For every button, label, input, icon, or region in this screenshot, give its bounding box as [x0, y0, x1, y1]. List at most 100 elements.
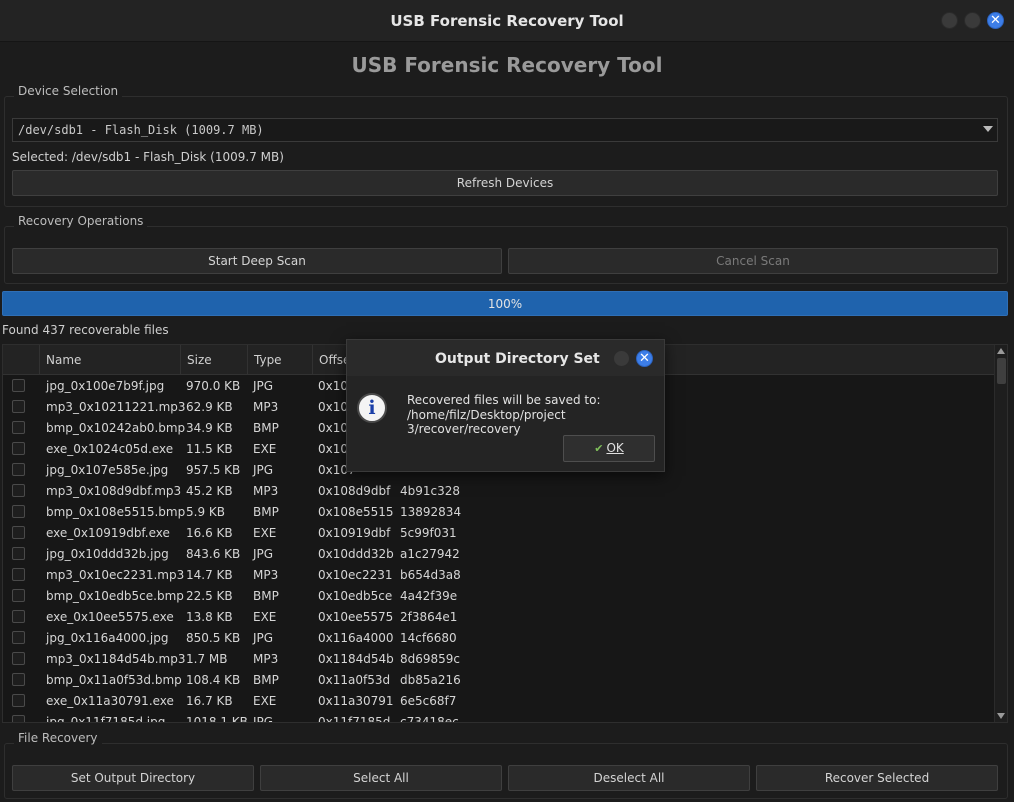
cell-size: 957.5 KB [186, 463, 241, 477]
minimize-button[interactable] [941, 12, 958, 29]
cell-name: bmp_0x108e5515.bmp [46, 505, 186, 519]
row-checkbox[interactable] [12, 589, 25, 602]
table-row[interactable]: bmp_0x108e5515.bmp 5.9 KB BMP 0x108e5515 138… [3, 502, 995, 523]
scroll-up-icon[interactable] [997, 348, 1005, 354]
cell-size: 108.4 KB [186, 673, 241, 687]
cell-name: jpg_0x116a4000.jpg [46, 631, 169, 645]
cell-size: 62.9 KB [186, 400, 233, 414]
table-row[interactable]: bmp_0x11a0f53d.bmp 108.4 KB BMP 0x11a0f53d d… [3, 670, 995, 691]
dialog-close-button[interactable]: ✕ [636, 350, 653, 367]
row-checkbox[interactable] [12, 379, 25, 392]
cell-name: exe_0x10919dbf.exe [46, 526, 170, 540]
cell-hash: 6e5c68f7 [400, 694, 457, 708]
cell-hash: c73418ec [400, 715, 459, 723]
cell-hash: 13892834 [400, 505, 462, 519]
set-output-directory-button[interactable]: Set Output Directory [12, 765, 254, 791]
row-checkbox[interactable] [12, 652, 25, 665]
refresh-devices-button[interactable]: Refresh Devices [12, 170, 998, 196]
table-row[interactable]: exe_0x11a30791.exe 16.7 KB EXE 0x11a30791 6e… [3, 691, 995, 712]
cell-hash: 4b91c328 [400, 484, 461, 498]
row-checkbox[interactable] [12, 610, 25, 623]
output-directory-dialog: Output Directory Set ✕ i Recovered files… [346, 339, 665, 472]
cell-offset: 0x10ddd32b [318, 547, 394, 561]
cell-hash: db85a216 [400, 673, 461, 687]
recover-selected-button[interactable]: Recover Selected [756, 765, 998, 791]
table-row[interactable]: jpg_0x11f7185d.jpg 1018.1 KB JPG 0x11f7185d… [3, 712, 995, 723]
cell-hash: 14cf6680 [400, 631, 457, 645]
app-heading: USB Forensic Recovery Tool [351, 53, 663, 77]
cell-size: 11.5 KB [186, 442, 233, 456]
cell-type: JPG [253, 715, 274, 723]
table-row[interactable]: mp3_0x10ec2231.mp3 14.7 KB MP3 0x10ec2231 b6… [3, 565, 995, 586]
column-header-size[interactable]: Size [181, 345, 248, 375]
cell-hash: 8d69859c [400, 652, 461, 666]
table-scrollbar[interactable] [994, 345, 1007, 722]
table-row[interactable]: exe_0x10ee5575.exe 13.8 KB EXE 0x10ee5575 2f… [3, 607, 995, 628]
table-row[interactable]: mp3_0x1184d54b.mp3 1.7 MB MP3 0x1184d54b 8d6… [3, 649, 995, 670]
cell-name: mp3_0x10211221.mp3 [46, 400, 186, 414]
row-checkbox[interactable] [12, 484, 25, 497]
scroll-thumb[interactable] [997, 358, 1006, 384]
row-checkbox[interactable] [12, 421, 25, 434]
table-row[interactable]: exe_0x10919dbf.exe 16.6 KB EXE 0x10919dbf 5c… [3, 523, 995, 544]
select-all-button[interactable]: Select All [260, 765, 502, 791]
cell-offset: 0x11a30791 [318, 694, 394, 708]
row-checkbox[interactable] [12, 715, 25, 722]
cell-type: BMP [253, 505, 279, 519]
row-checkbox[interactable] [12, 568, 25, 581]
cell-offset: 0x11a0f53d [318, 673, 391, 687]
table-row[interactable]: mp3_0x108d9dbf.mp3 45.2 KB MP3 0x108d9dbf 4b… [3, 481, 995, 502]
row-checkbox[interactable] [12, 526, 25, 539]
cell-type: MP3 [253, 568, 279, 582]
ok-button[interactable]: ✔ OK [563, 435, 655, 462]
cell-hash: a1c27942 [400, 547, 460, 561]
cell-name: exe_0x11a30791.exe [46, 694, 174, 708]
cell-type: JPG [253, 463, 274, 477]
cell-offset: 0x10edb5ce [318, 589, 393, 603]
cell-type: EXE [253, 526, 277, 540]
table-row[interactable]: jpg_0x116a4000.jpg 850.5 KB JPG 0x116a4000 1… [3, 628, 995, 649]
cell-name: bmp_0x11a0f53d.bmp [46, 673, 182, 687]
cell-name: jpg_0x100e7b9f.jpg [46, 379, 165, 393]
row-checkbox[interactable] [12, 547, 25, 560]
dialog-minimize-button[interactable] [613, 350, 630, 367]
cell-type: EXE [253, 610, 277, 624]
start-deep-scan-button[interactable]: Start Deep Scan [12, 248, 502, 274]
cell-name: mp3_0x10ec2231.mp3 [46, 568, 185, 582]
row-checkbox[interactable] [12, 400, 25, 413]
cell-offset: 0x11f7185d [318, 715, 391, 723]
table-row[interactable]: bmp_0x10edb5ce.bmp 22.5 KB BMP 0x10edb5ce 4a… [3, 586, 995, 607]
column-header-select[interactable] [3, 345, 40, 375]
cell-type: MP3 [253, 400, 279, 414]
row-checkbox[interactable] [12, 631, 25, 644]
device-select[interactable]: /dev/sdb1 - Flash_Disk (1009.7 MB) [12, 118, 998, 142]
maximize-button[interactable] [964, 12, 981, 29]
cell-size: 45.2 KB [186, 484, 233, 498]
dialog-titlebar: Output Directory Set ✕ [347, 340, 664, 376]
close-icon: ✕ [990, 13, 1001, 28]
check-icon: ✔ [594, 442, 604, 455]
cell-size: 16.7 KB [186, 694, 233, 708]
cell-size: 5.9 KB [186, 505, 225, 519]
row-checkbox[interactable] [12, 505, 25, 518]
row-checkbox[interactable] [12, 673, 25, 686]
row-checkbox[interactable] [12, 694, 25, 707]
column-header-name[interactable]: Name [40, 345, 181, 375]
cell-name: mp3_0x1184d54b.mp3 [46, 652, 186, 666]
cancel-scan-button[interactable]: Cancel Scan [508, 248, 998, 274]
table-row[interactable]: jpg_0x10ddd32b.jpg 843.6 KB JPG 0x10ddd32b a… [3, 544, 995, 565]
column-header-type[interactable]: Type [248, 345, 313, 375]
cell-type: BMP [253, 673, 279, 687]
device-selection-label: Device Selection [14, 84, 123, 98]
row-checkbox[interactable] [12, 463, 25, 476]
scroll-down-icon[interactable] [997, 713, 1005, 719]
scan-progress-bar: 100% [2, 291, 1008, 316]
cell-offset: 0x1184d54b [318, 652, 394, 666]
deselect-all-button[interactable]: Deselect All [508, 765, 750, 791]
row-checkbox[interactable] [12, 442, 25, 455]
cell-offset: 0x10919dbf [318, 526, 391, 540]
device-select-value: /dev/sdb1 - Flash_Disk (1009.7 MB) [18, 123, 264, 137]
cell-size: 850.5 KB [186, 631, 241, 645]
close-button[interactable]: ✕ [987, 12, 1004, 29]
cell-hash: 4a42f39e [400, 589, 458, 603]
